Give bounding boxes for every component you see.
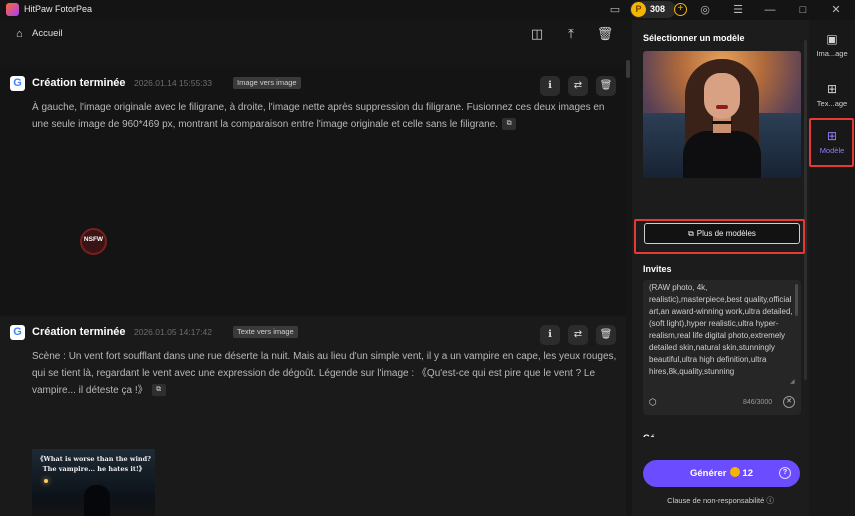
trash-icon[interactable]: 🗑 — [596, 25, 614, 43]
book-icon[interactable]: ▭ — [607, 2, 623, 18]
minimize-icon[interactable]: — — [762, 2, 778, 18]
tool-image-to-image[interactable]: ▣ Ima...age — [810, 26, 854, 76]
panel-scrollbar[interactable] — [804, 40, 807, 380]
google-logo-icon: G — [10, 76, 25, 91]
coin-icon — [730, 467, 741, 478]
home-link[interactable]: Accueil — [32, 28, 63, 39]
tool-label: Ima...age — [816, 49, 848, 58]
panel-title: Sélectionner un modèle — [643, 33, 745, 43]
menu-icon[interactable]: ☰ — [730, 2, 746, 18]
clear-icon[interactable]: ✕ — [783, 396, 795, 408]
card-header: G Création terminée 2026.01.05 14:17:42 … — [10, 325, 616, 345]
prompt-text: Scène : Un vent fort soufflant dans une … — [32, 348, 622, 399]
copy-icon[interactable]: ⧉ — [502, 118, 517, 131]
tool-column: ▣ Ima...age ⊞ Tex...age ⊞ Modèle — [809, 20, 855, 516]
invites-label: Invites — [643, 264, 672, 274]
mode-tag: Image vers image — [233, 77, 301, 89]
regenerate-icon[interactable]: ⇄ — [568, 325, 588, 345]
model-panel: Sélectionner un modèle ⧉ Plus de modèles … — [632, 20, 809, 516]
delete-icon[interactable]: 🗑 — [596, 325, 616, 345]
cube-icon[interactable]: ⬡ — [649, 397, 657, 408]
thumbnail-caption-line: The vampire... he hates it!》 — [42, 465, 146, 473]
result-card: G Création terminée 2026.01.14 15:55:33 … — [0, 67, 626, 333]
image-add-icon: ▣ — [826, 32, 838, 46]
home-icon[interactable]: ⌂ — [16, 28, 28, 40]
partial-section-label: Gé — [643, 433, 655, 437]
delete-icon[interactable]: 🗑 — [596, 76, 616, 96]
google-logo-icon: G — [10, 325, 25, 340]
generate-cost: 12 — [742, 468, 753, 479]
close-icon[interactable]: ✕ — [828, 2, 844, 18]
generate-button[interactable]: Générer 12 ? — [643, 460, 800, 487]
thumbnail-caption-line: 《What is worse than the wind? — [36, 455, 151, 463]
generate-label: Générer — [689, 468, 727, 479]
card-date: 2026.01.05 14:17:42 — [134, 327, 212, 337]
main-area: ⌂ Accueil ◫ ⤒ 🗑 G Création terminée 2026… — [0, 20, 632, 516]
maximize-icon[interactable]: □ — [795, 2, 811, 18]
plus-icon[interactable]: + — [674, 3, 687, 16]
scroll-top-icon[interactable]: ⤒ — [562, 25, 580, 43]
tool-label: Tex...age — [816, 99, 848, 108]
nsfw-badge[interactable]: NSFW — [80, 228, 107, 255]
user-icon[interactable]: ◎ — [697, 2, 713, 18]
model-face — [704, 73, 740, 119]
text-add-icon: ⊞ — [826, 82, 838, 96]
highlight-more-models — [634, 219, 805, 254]
card-header: G Création terminée 2026.01.14 15:55:33 … — [10, 76, 616, 96]
info-icon[interactable]: ℹ — [540, 325, 560, 345]
nav-bar: ⌂ Accueil ◫ ⤒ 🗑 — [0, 20, 632, 48]
resize-grip-icon[interactable]: ◢ — [790, 378, 795, 385]
credit-count: 308 — [650, 4, 666, 14]
disclaimer-link[interactable]: Clause de non-responsabilité ⓘ — [632, 495, 809, 506]
app-title: HitPaw FotorPea — [24, 4, 93, 14]
prompt-text-content: À gauche, l'image originale avec le fili… — [32, 102, 605, 130]
main-scrollbar[interactable] — [626, 60, 630, 78]
prompt-scrollbar[interactable] — [795, 284, 798, 316]
highlight-model-tool — [809, 118, 854, 167]
card-date: 2026.01.14 15:55:33 — [134, 78, 212, 88]
card-title: Création terminée — [32, 77, 126, 89]
prompt-textarea[interactable]: (RAW photo, 4k, realistic),masterpiece,b… — [649, 282, 793, 390]
result-thumbnail[interactable]: 《What is worse than the wind? The vampir… — [32, 449, 155, 516]
info-icon[interactable]: ℹ — [540, 76, 560, 96]
thumbnail-caption: 《What is worse than the wind? The vampir… — [36, 454, 152, 474]
prompt-text: À gauche, l'image originale avec le fili… — [32, 99, 622, 133]
info-icon: ⓘ — [766, 496, 774, 505]
disclaimer-label: Clause de non-responsabilité — [667, 496, 765, 505]
regenerate-icon[interactable]: ⇄ — [568, 76, 588, 96]
prompt-box[interactable]: (RAW photo, 4k, realistic),masterpiece,b… — [643, 280, 801, 415]
model-lips — [716, 105, 728, 109]
credits-badge[interactable]: P 308 — [630, 1, 676, 18]
char-count: 846/3000 — [743, 399, 773, 406]
result-card: G Création terminée 2026.01.05 14:17:42 … — [0, 316, 626, 516]
card-title: Création terminée — [32, 326, 126, 338]
street-lamp — [44, 479, 48, 483]
app-logo — [6, 3, 19, 16]
compare-icon[interactable]: ◫ — [528, 25, 546, 43]
model-choker — [712, 121, 732, 124]
copy-icon[interactable]: ⧉ — [151, 384, 166, 397]
help-icon[interactable]: ? — [779, 467, 791, 479]
prompt-text-content: Scène : Un vent fort soufflant dans une … — [32, 351, 617, 396]
mode-tag: Texte vers image — [233, 326, 298, 338]
vampire-figure — [84, 485, 110, 516]
model-preview-image[interactable] — [643, 51, 801, 178]
coin-icon: P — [631, 2, 646, 17]
model-body — [683, 131, 761, 178]
title-bar: HitPaw FotorPea ▭ P 308 + ◎ ☰ — □ ✕ — [0, 0, 855, 20]
